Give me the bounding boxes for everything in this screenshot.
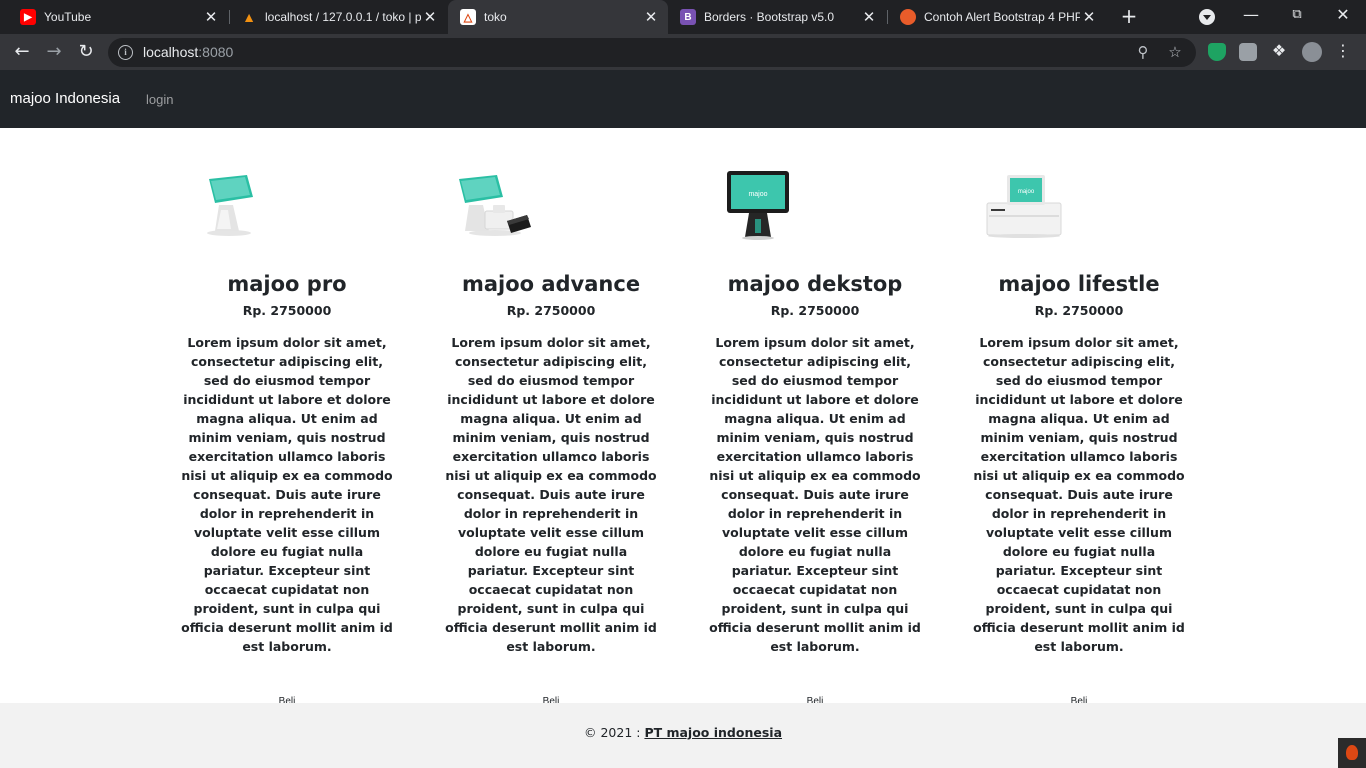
- product-name: majoo advance: [461, 272, 641, 296]
- login-link[interactable]: login: [146, 92, 173, 107]
- tab-title: toko: [484, 10, 507, 24]
- minimize-icon[interactable]: —: [1228, 0, 1274, 34]
- product-name: majoo pro: [227, 272, 347, 296]
- svg-text:majoo: majoo: [748, 191, 767, 198]
- majoo-pro-device-image: [181, 165, 393, 245]
- bookmark-star-icon[interactable]: ☆: [1166, 43, 1184, 61]
- site-navbar: majoo Indonesia login: [0, 70, 1366, 128]
- new-tab-icon[interactable]: +: [1118, 5, 1140, 27]
- tab-title: localhost / 127.0.0.1 / toko | p: [265, 10, 421, 24]
- navbar-brand[interactable]: majoo Indonesia: [10, 90, 120, 107]
- browser-tab-strip: ▶ YouTube ✕ ▲ localhost / 127.0.0.1 / to…: [0, 0, 1366, 34]
- majoo-desktop-device-image: majoo: [709, 165, 921, 245]
- close-icon[interactable]: ✕: [421, 8, 439, 26]
- product-price: Rp. 2750000: [770, 303, 860, 318]
- product-price: Rp. 2750000: [506, 303, 596, 318]
- tab-toko[interactable]: △ toko ✕: [448, 0, 668, 34]
- product-price: Rp. 2750000: [1034, 303, 1124, 318]
- product-name: majoo dekstop: [727, 272, 903, 296]
- youtube-icon: ▶: [20, 9, 36, 25]
- tab-title: Borders · Bootstrap v5.0: [704, 10, 835, 24]
- close-icon[interactable]: ✕: [202, 8, 220, 26]
- product-card: majoo majoo dekstop Rp. 2750000 Lorem ip…: [709, 165, 921, 708]
- restore-icon[interactable]: ⧉: [1274, 0, 1320, 34]
- reload-icon[interactable]: ↻: [74, 40, 98, 64]
- url-text[interactable]: localhost:8080: [143, 44, 233, 60]
- site-icon: [900, 9, 916, 25]
- profile-avatar-icon[interactable]: [1302, 42, 1322, 62]
- footer-copyright: © 2021 : PT majoo indonesia: [583, 725, 783, 740]
- product-price: Rp. 2750000: [242, 303, 332, 318]
- product-description: Lorem ipsum dolor sit amet, consectetur …: [973, 335, 1185, 654]
- close-icon[interactable]: ✕: [642, 8, 660, 26]
- forward-icon[interactable]: →: [42, 40, 66, 64]
- product-card: majoo pro Rp. 2750000 Lorem ipsum dolor …: [181, 165, 393, 708]
- site-info-icon[interactable]: i: [118, 45, 133, 60]
- company-link[interactable]: PT majoo indonesia: [644, 725, 782, 740]
- bootstrap-icon: B: [680, 9, 696, 25]
- shield-extension-icon[interactable]: [1208, 43, 1226, 61]
- tab-title: Contoh Alert Bootstrap 4 PHP: [924, 10, 1080, 24]
- tab-phpmyadmin[interactable]: ▲ localhost / 127.0.0.1 / toko | p ✕: [229, 0, 447, 34]
- browser-menu-icon[interactable]: ⋮: [1334, 42, 1352, 60]
- browser-toolbar: ← → ↻ i localhost:8080 ⚲ ☆ ❖ ⋮: [0, 34, 1366, 70]
- product-description: Lorem ipsum dolor sit amet, consectetur …: [181, 335, 393, 654]
- codeigniter-icon: △: [460, 9, 476, 25]
- majoo-lifestyle-device-image: majoo: [973, 165, 1185, 245]
- product-name: majoo lifestle: [998, 272, 1160, 296]
- extension-icon[interactable]: [1239, 43, 1257, 61]
- tab-search-icon[interactable]: [1199, 9, 1215, 25]
- address-bar[interactable]: i localhost:8080 ⚲ ☆: [108, 38, 1196, 67]
- phpmyadmin-icon: ▲: [242, 9, 256, 25]
- close-icon[interactable]: ✕: [1080, 8, 1098, 26]
- product-card: majoo advance Rp. 2750000 Lorem ipsum do…: [445, 165, 657, 708]
- close-icon[interactable]: ✕: [860, 8, 878, 26]
- back-icon[interactable]: ←: [10, 40, 34, 64]
- majoo-advance-device-image: [445, 165, 657, 245]
- zoom-icon[interactable]: ⚲: [1134, 43, 1152, 61]
- window-close-icon[interactable]: ✕: [1320, 0, 1366, 34]
- product-description: Lorem ipsum dolor sit amet, consectetur …: [709, 335, 921, 654]
- tab-contoh-alert[interactable]: Contoh Alert Bootstrap 4 PHP ✕: [888, 0, 1106, 34]
- extensions-puzzle-icon[interactable]: ❖: [1270, 42, 1288, 60]
- codeigniter-debug-toolbar-icon[interactable]: [1338, 738, 1366, 768]
- svg-text:majoo: majoo: [1018, 189, 1035, 195]
- tab-bootstrap-borders[interactable]: B Borders · Bootstrap v5.0 ✕: [668, 0, 886, 34]
- tab-title: YouTube: [44, 10, 92, 24]
- product-card: majoo majoo lifestle Rp. 2750000 Lorem i…: [973, 165, 1185, 708]
- tab-youtube[interactable]: ▶ YouTube ✕: [8, 0, 228, 34]
- site-footer: © 2021 : PT majoo indonesia: [0, 703, 1366, 768]
- product-description: Lorem ipsum dolor sit amet, consectetur …: [445, 335, 657, 654]
